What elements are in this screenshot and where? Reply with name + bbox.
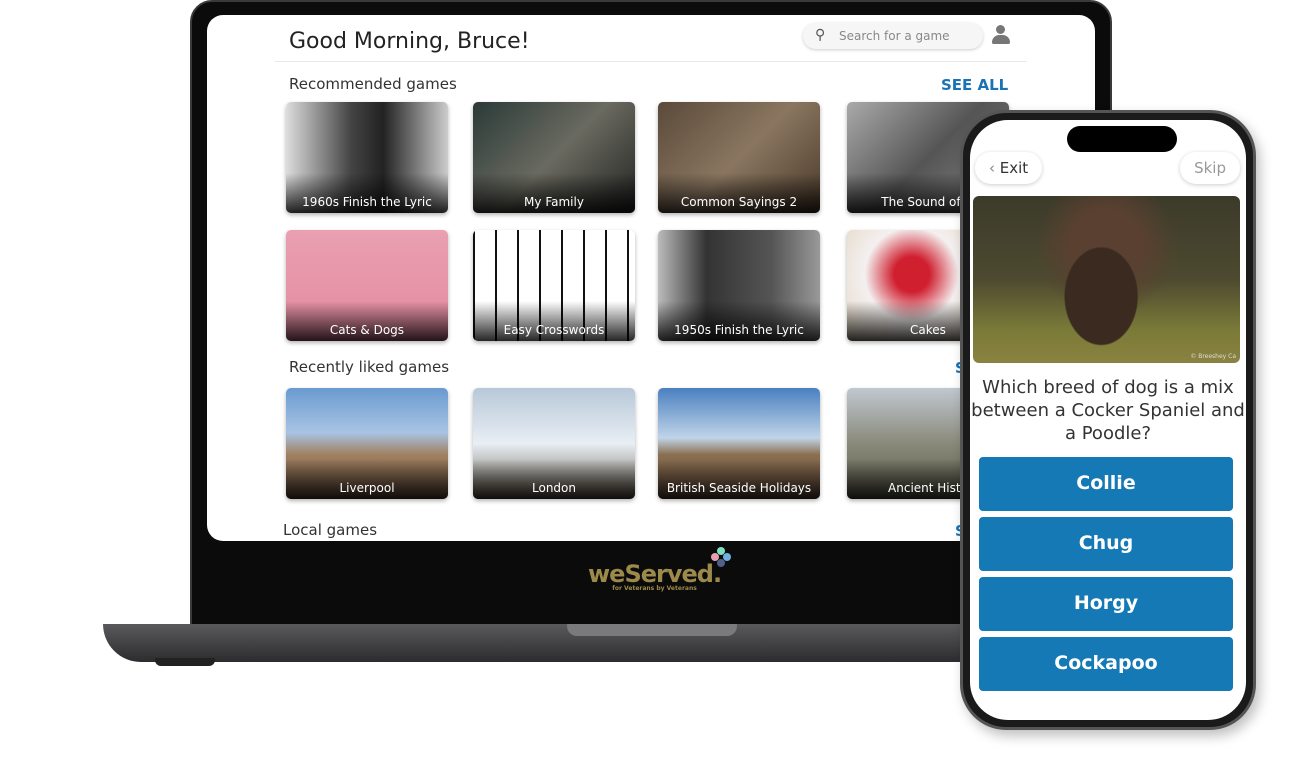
question-image: © Breeshey Ca: [973, 196, 1240, 363]
answer-button[interactable]: Horgy: [979, 577, 1233, 631]
game-card[interactable]: Liverpool: [286, 388, 448, 499]
section-title: Local games: [283, 521, 378, 539]
section-title: Recently liked games: [289, 358, 450, 376]
game-card[interactable]: Cats & Dogs: [286, 230, 448, 341]
answer-button[interactable]: Chug: [979, 517, 1233, 571]
laptop-foot: [155, 658, 215, 666]
search-placeholder: Search for a game: [839, 29, 950, 43]
game-card[interactable]: Easy Crosswords: [473, 230, 635, 341]
section-title: Recommended games: [289, 75, 457, 93]
question-text: Which breed of dog is a mix between a Co…: [971, 377, 1245, 444]
game-card[interactable]: 1950s Finish the Lyric: [658, 230, 820, 341]
greeting-title: Good Morning, Bruce!: [289, 29, 530, 54]
phone-screen: ‹ Exit Skip © Breeshey Ca Which breed of…: [970, 120, 1246, 720]
answer-button[interactable]: Collie: [979, 457, 1233, 511]
skip-button[interactable]: Skip: [1180, 152, 1240, 184]
game-card[interactable]: 1960s Finish the Lyric: [286, 102, 448, 213]
game-card[interactable]: Common Sayings 2: [658, 102, 820, 213]
game-card[interactable]: London: [473, 388, 635, 499]
weserved-logo: weServed. for Veterans by Veterans: [588, 560, 722, 592]
game-card[interactable]: British Seaside Holidays: [658, 388, 820, 499]
laptop-notch: [567, 624, 737, 636]
game-card[interactable]: My Family: [473, 102, 635, 213]
see-all-link[interactable]: SEE ALL: [941, 76, 1008, 94]
user-icon[interactable]: [991, 23, 1011, 45]
exit-button[interactable]: ‹ Exit: [975, 152, 1043, 184]
search-input[interactable]: ⚲ Search for a game: [803, 23, 983, 49]
divider: [275, 61, 1027, 62]
logo-dot: [717, 559, 725, 567]
search-icon: ⚲: [815, 27, 826, 43]
image-credit: © Breeshey Ca: [1190, 353, 1236, 360]
chevron-left-icon: ‹: [989, 159, 1000, 177]
dynamic-island: [1067, 126, 1177, 152]
answer-button[interactable]: Cockapoo: [979, 637, 1233, 691]
